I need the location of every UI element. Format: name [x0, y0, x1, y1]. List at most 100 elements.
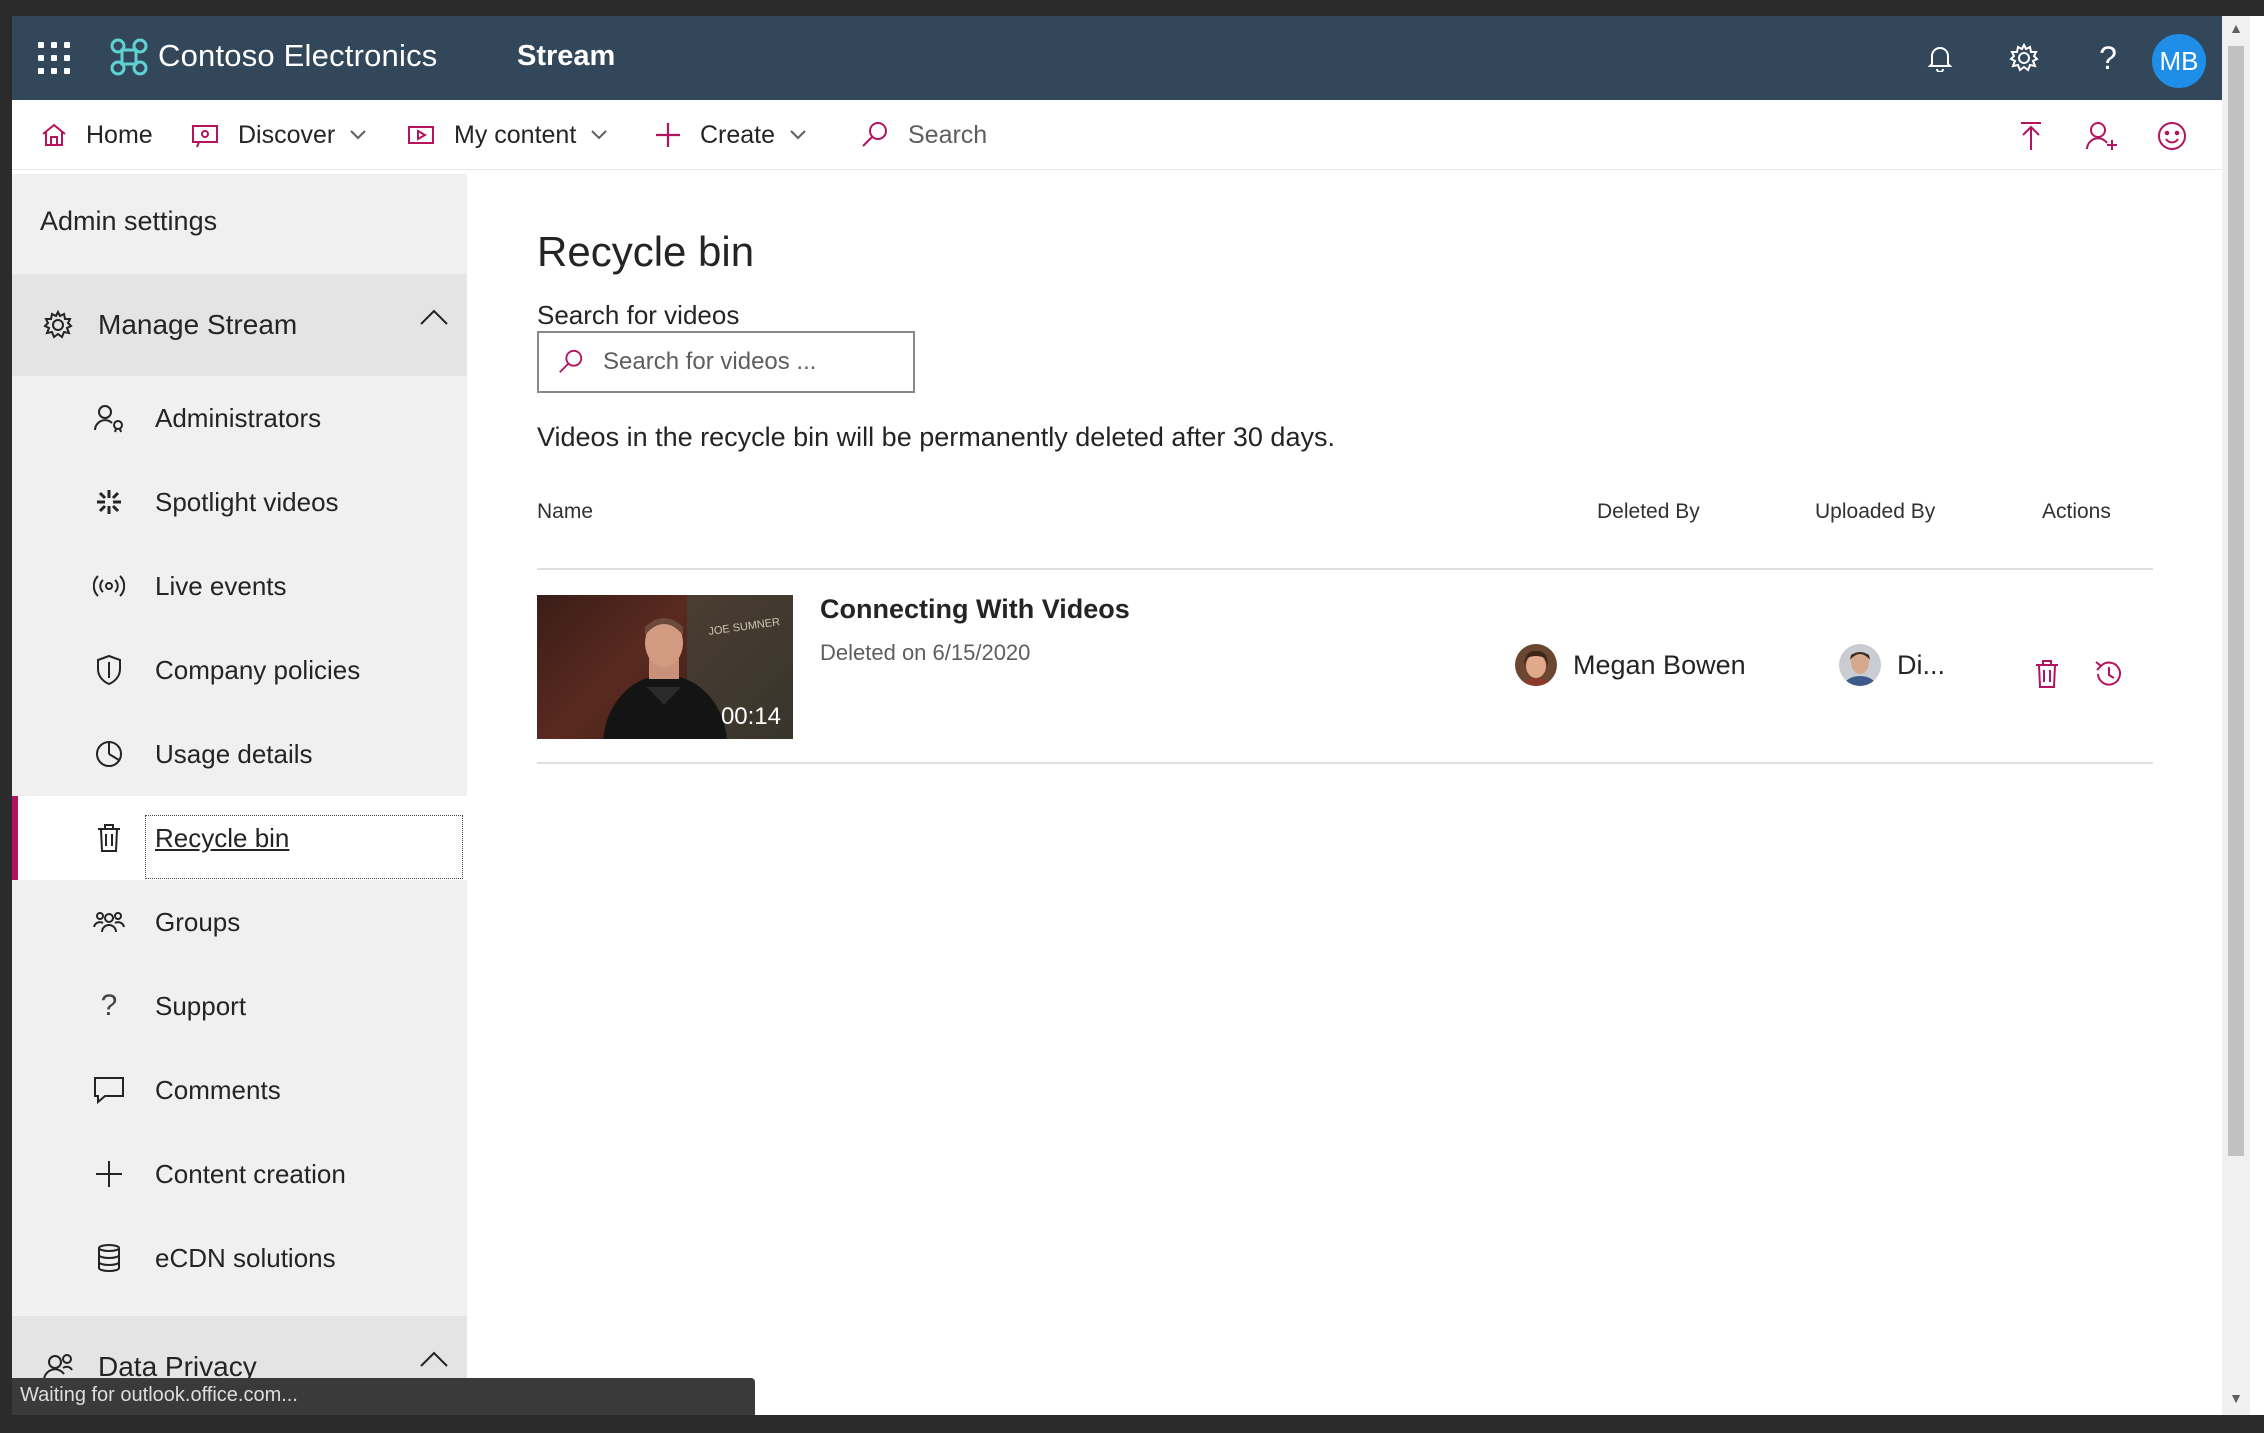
spotlight-icon — [92, 485, 126, 519]
nav-home-label: Home — [86, 120, 153, 149]
chevron-down-icon — [350, 130, 366, 140]
administrators-icon — [92, 401, 126, 435]
sidebar-item-ecdn-solutions[interactable]: eCDN solutions — [12, 1216, 467, 1300]
plus-icon — [656, 123, 680, 147]
nav-create-label: Create — [700, 120, 776, 149]
sidebar-item-usage-details[interactable]: Usage details — [12, 712, 467, 796]
scroll-up-arrow-icon[interactable]: ▲ — [2228, 20, 2244, 40]
video-duration: 00:14 — [720, 703, 781, 730]
sidebar-item-administrators[interactable]: Administrators — [12, 376, 467, 460]
column-header-actions: Actions — [2042, 500, 2111, 523]
page-scrollbar[interactable]: ▲ ▼ — [2222, 16, 2250, 1415]
nav-my-content[interactable]: My content — [406, 100, 608, 170]
sidebar-item-company-policies[interactable]: Company policies — [12, 628, 467, 712]
sidebar-item-label: Content creation — [155, 1158, 346, 1189]
sidebar-item-label: eCDN solutions — [155, 1242, 336, 1273]
trash-icon — [92, 821, 126, 855]
header-divider — [537, 568, 2153, 570]
sidebar-item-spotlight-videos[interactable]: Spotlight videos — [12, 460, 467, 544]
page-title: Recycle bin — [537, 228, 755, 275]
discover-icon — [192, 125, 218, 148]
chevron-up-icon[interactable] — [419, 1350, 449, 1368]
plus-icon — [92, 1157, 126, 1191]
deleted-by-person[interactable]: Megan Bowen — [1515, 644, 1746, 686]
gear-icon — [40, 307, 76, 343]
sidebar-item-content-creation[interactable]: Content creation — [12, 1132, 467, 1216]
uploaded-by-person[interactable]: Di... — [1839, 644, 1945, 686]
sidebar-item-live-events[interactable]: Live events — [12, 544, 467, 628]
deleted-by-name: Megan Bowen — [1573, 649, 1746, 680]
uploaded-by-name: Di... — [1897, 649, 1946, 680]
column-header-name[interactable]: Name — [537, 500, 593, 524]
contoso-logo-icon — [110, 38, 148, 76]
admin-sidebar: Admin settings Manage Stream Administrat… — [12, 174, 467, 1415]
search-videos-input[interactable] — [603, 348, 903, 376]
stream-nav-bar: Home Discover My content Create Search — [12, 100, 2222, 170]
home-icon — [42, 123, 66, 146]
video-thumbnail[interactable]: JOE SUMNER 00:14 — [537, 595, 793, 739]
nav-discover[interactable]: Discover — [190, 100, 367, 170]
chevron-up-icon[interactable] — [419, 308, 449, 326]
sidebar-item-label: Support — [155, 990, 247, 1021]
deleted-date: Deleted on 6/15/2020 — [820, 640, 1031, 665]
sidebar-item-recycle-bin[interactable]: Recycle bin — [12, 796, 467, 880]
shield-icon — [92, 653, 126, 687]
sidebar-item-label: Live events — [155, 570, 287, 601]
upload-icon[interactable] — [2011, 116, 2051, 156]
scroll-down-arrow-icon[interactable]: ▼ — [2228, 1390, 2244, 1410]
deleted-by-avatar — [1515, 644, 1557, 686]
search-videos-box[interactable] — [537, 331, 915, 393]
nav-home[interactable]: Home — [40, 100, 153, 170]
chevron-down-icon — [790, 130, 806, 140]
sidebar-item-label: Groups — [155, 906, 241, 937]
sidebar-item-label: Administrators — [155, 402, 322, 433]
gear-icon[interactable] — [2004, 38, 2044, 78]
sidebar-item-label: Spotlight videos — [155, 486, 339, 517]
app-launcher-icon[interactable] — [38, 42, 70, 74]
app-name[interactable]: Stream — [517, 40, 615, 73]
restore-button[interactable] — [2089, 654, 2129, 694]
column-header-uploaded-by[interactable]: Uploaded By — [1815, 500, 1935, 524]
scroll-thumb[interactable] — [2228, 46, 2244, 1156]
sidebar-item-label: Company policies — [155, 654, 361, 685]
user-avatar[interactable]: MB — [2152, 34, 2206, 88]
focus-outline — [145, 815, 463, 879]
question-icon: ? — [100, 989, 118, 1022]
uploaded-by-avatar — [1839, 644, 1881, 686]
nav-discover-label: Discover — [238, 120, 336, 149]
manage-stream-section[interactable]: Manage Stream — [12, 274, 467, 376]
sidebar-item-label: Comments — [155, 1074, 281, 1105]
add-person-icon[interactable] — [2082, 116, 2122, 156]
nav-my-content-label: My content — [454, 120, 577, 149]
nav-create[interactable]: Create — [654, 100, 807, 170]
pie-chart-icon — [92, 737, 126, 771]
groups-icon — [92, 905, 126, 939]
nav-search-placeholder: Search — [908, 120, 988, 149]
feedback-smiley-icon[interactable] — [2152, 116, 2192, 156]
nav-search[interactable]: Search — [860, 100, 987, 170]
column-header-deleted-by[interactable]: Deleted By — [1597, 500, 1700, 524]
sidebar-item-groups[interactable]: Groups — [12, 880, 467, 964]
database-icon — [92, 1241, 126, 1275]
retention-notice: Videos in the recycle bin will be perman… — [537, 422, 1335, 452]
bell-icon[interactable] — [1920, 38, 1960, 78]
row-divider — [537, 762, 2153, 764]
comment-icon — [92, 1073, 126, 1107]
main-content: Recycle bin Search for videos Videos in … — [467, 174, 2222, 1415]
search-icon — [559, 349, 583, 373]
search-videos-label: Search for videos — [537, 300, 740, 330]
delete-permanently-button[interactable] — [2027, 654, 2067, 694]
help-icon[interactable]: ? — [2088, 38, 2128, 78]
browser-viewport: Contoso Electronics Stream ? MB Home Dis… — [12, 16, 2264, 1415]
sidebar-item-comments[interactable]: Comments — [12, 1048, 467, 1132]
sidebar-item-label: Usage details — [155, 738, 313, 769]
chevron-down-icon — [591, 130, 607, 140]
video-title[interactable]: Connecting With Videos — [820, 594, 1130, 625]
manage-stream-label: Manage Stream — [98, 309, 298, 340]
admin-settings-heading: Admin settings — [40, 206, 218, 236]
brand-name[interactable]: Contoso Electronics — [158, 38, 438, 74]
search-icon — [862, 122, 887, 147]
my-content-icon — [408, 126, 434, 144]
sidebar-item-support[interactable]: ? Support — [12, 964, 467, 1048]
suite-header: Contoso Electronics Stream ? MB — [12, 16, 2222, 100]
